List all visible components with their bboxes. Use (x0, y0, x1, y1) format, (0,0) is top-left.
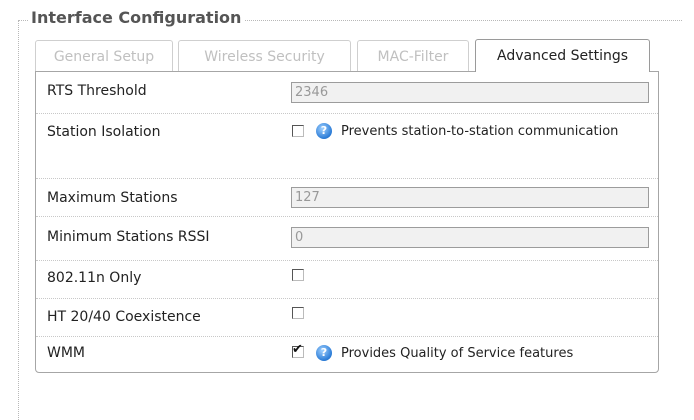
station-isolation-description: Prevents station-to-station communicatio… (341, 124, 619, 139)
maximum-stations-label: Maximum Stations (47, 190, 178, 206)
station-isolation-label: Station Isolation (47, 124, 161, 140)
tab-wireless-security[interactable]: Wireless Security (178, 40, 351, 71)
minimum-rssi-label: Minimum Stations RSSI (47, 229, 210, 245)
checkmark-icon: ✔ (292, 342, 303, 357)
wmm-description: Provides Quality of Service features (341, 346, 574, 361)
rts-threshold-label: RTS Threshold (47, 83, 147, 99)
wmm-label: WMM (47, 345, 86, 361)
ht-coexistence-row: HT 20/40 Coexistence (36, 299, 658, 337)
maximum-stations-input[interactable]: 127 (291, 187, 649, 208)
tab-general-setup[interactable]: General Setup (35, 40, 173, 71)
maximum-stations-row: Maximum Stations 127 (36, 179, 658, 217)
fieldset-legend: Interface Configuration (28, 8, 245, 28)
tab-advanced-settings[interactable]: Advanced Settings (475, 39, 650, 72)
help-icon[interactable]: ? (316, 345, 332, 361)
tab-mac-filter[interactable]: MAC-Filter (357, 40, 469, 71)
rts-threshold-input[interactable]: 2346 (291, 82, 649, 103)
wmm-row: WMM ✔ ? Provides Quality of Service feat… (36, 337, 658, 372)
station-isolation-row: Station Isolation ? Prevents station-to-… (36, 114, 658, 179)
minimum-rssi-row: Minimum Stations RSSI 0 (36, 217, 658, 261)
ht-coexistence-label: HT 20/40 Coexistence (47, 309, 201, 325)
ht-coexistence-checkbox[interactable] (292, 307, 304, 319)
advanced-settings-panel: RTS Threshold 2346 Station Isolation ? P… (35, 71, 659, 373)
n-only-row: 802.11n Only (36, 261, 658, 299)
rts-threshold-row: RTS Threshold 2346 (36, 72, 658, 114)
n-only-label: 802.11n Only (47, 270, 142, 286)
minimum-rssi-input[interactable]: 0 (291, 227, 649, 248)
n-only-checkbox[interactable] (292, 269, 304, 281)
wmm-checkbox[interactable]: ✔ (292, 342, 304, 358)
